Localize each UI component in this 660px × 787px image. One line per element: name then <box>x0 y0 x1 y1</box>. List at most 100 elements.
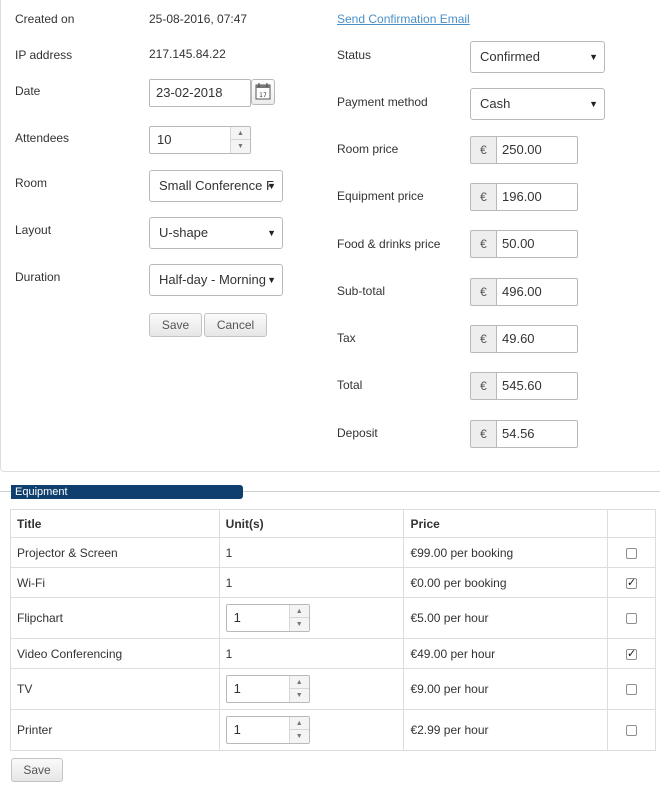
equipment-units: 1 <box>218 638 405 669</box>
currency-addon: € <box>470 230 496 258</box>
ip-address-label: IP address <box>15 48 73 62</box>
units-stepper-arrows: ▲ ▼ <box>288 605 309 631</box>
attendees-label: Attendees <box>15 131 70 145</box>
sub-total-field[interactable]: € 496.00 <box>470 278 578 306</box>
dropdown-arrow-icon: ▼ <box>267 275 276 285</box>
cancel-button[interactable]: Cancel <box>204 313 267 337</box>
checkbox-icon[interactable] <box>626 725 638 737</box>
spinner-down-icon[interactable]: ▼ <box>290 730 309 743</box>
column-header-select <box>607 509 656 538</box>
tax-field[interactable]: € 49.60 <box>470 325 578 353</box>
spinner-up-icon[interactable]: ▲ <box>289 676 309 689</box>
table-row: Projector & Screen 1 €99.00 per booking <box>10 537 656 568</box>
equipment-units: 1 <box>218 537 405 568</box>
room-price-label: Room price <box>337 142 399 156</box>
checkbox-icon[interactable] <box>626 647 638 660</box>
equipment-title: Video Conferencing <box>10 638 220 669</box>
tax-input[interactable]: 49.60 <box>496 325 578 353</box>
duration-select[interactable]: Half-day - Morning ▼ <box>149 264 283 296</box>
units-value: 1 <box>233 610 241 625</box>
spinner-up-icon[interactable]: ▲ <box>289 717 309 730</box>
equipment-title: Projector & Screen <box>10 537 220 568</box>
equipment-price-label: Equipment price <box>337 189 424 203</box>
checkbox-icon[interactable] <box>626 547 638 559</box>
units-stepper-arrows: ▲ ▼ <box>288 676 309 702</box>
equipment-title: Printer <box>10 709 220 751</box>
save-button[interactable]: Save <box>149 313 202 337</box>
deposit-input[interactable]: 54.56 <box>496 420 578 448</box>
room-select-value: Small Conference F <box>159 178 274 193</box>
table-row: Video Conferencing 1 €49.00 per hour <box>10 638 656 669</box>
units-value: 1 <box>233 681 241 696</box>
table-header-row: Title Unit(s) Price <box>10 509 656 538</box>
equipment-price-input[interactable]: 196.00 <box>496 183 578 211</box>
date-picker-button[interactable]: 17 <box>251 79 275 105</box>
room-price-input[interactable]: 250.00 <box>496 136 578 164</box>
date-input[interactable]: 23-02-2018 <box>149 79 251 107</box>
column-header-price: Price <box>403 509 609 538</box>
duration-label: Duration <box>15 270 61 284</box>
equipment-title: Flipchart <box>10 597 220 639</box>
equipment-price: €0.00 per booking <box>403 567 609 598</box>
equipment-price-field[interactable]: € 196.00 <box>470 183 578 211</box>
dropdown-arrow-icon: ▼ <box>589 99 598 109</box>
dropdown-arrow-icon: ▼ <box>589 52 598 62</box>
table-row: TV 1 ▲ ▼ €9.00 per hour <box>10 668 656 710</box>
equipment-price: €49.00 per hour <box>403 638 609 669</box>
sub-total-label: Sub-total <box>337 284 386 298</box>
calendar-icon: 17 <box>255 83 271 100</box>
units-value: 1 <box>233 722 241 737</box>
column-header-title: Title <box>10 509 220 538</box>
layout-select[interactable]: U-shape ▼ <box>149 217 283 249</box>
equipment-save-button[interactable]: Save <box>11 758 63 782</box>
total-field[interactable]: € 545.60 <box>470 372 578 400</box>
status-select-value: Confirmed <box>480 49 540 64</box>
tax-label: Tax <box>337 331 356 345</box>
units-stepper[interactable]: 1 ▲ ▼ <box>225 716 310 744</box>
sub-total-input[interactable]: 496.00 <box>496 278 578 306</box>
checkbox-icon[interactable] <box>626 613 638 625</box>
room-select[interactable]: Small Conference F ▼ <box>149 170 283 202</box>
created-on-label: Created on <box>15 12 75 26</box>
payment-method-value: Cash <box>480 96 511 111</box>
food-drinks-price-field[interactable]: € 50.00 <box>470 230 578 258</box>
room-price-field[interactable]: € 250.00 <box>470 136 578 164</box>
currency-addon: € <box>470 420 496 448</box>
spinner-up-icon[interactable]: ▲ <box>231 127 250 140</box>
spinner-down-icon[interactable]: ▼ <box>231 140 250 153</box>
send-confirmation-email-link[interactable]: Send Confirmation Email <box>337 12 470 26</box>
currency-addon: € <box>470 278 496 306</box>
equipment-price: €5.00 per hour <box>403 597 609 639</box>
currency-addon: € <box>470 136 496 164</box>
checkbox-icon[interactable] <box>626 684 638 696</box>
calendar-icon-day: 17 <box>259 92 267 99</box>
spinner-up-icon[interactable]: ▲ <box>289 605 309 618</box>
layout-label: Layout <box>15 223 52 237</box>
total-input[interactable]: 545.60 <box>496 372 578 400</box>
currency-addon: € <box>470 183 496 211</box>
units-stepper[interactable]: 1 ▲ ▼ <box>225 675 310 703</box>
checkbox-icon[interactable] <box>626 576 638 589</box>
equipment-units: 1 <box>218 567 405 598</box>
deposit-label: Deposit <box>337 426 378 440</box>
spinner-down-icon[interactable]: ▼ <box>290 689 309 702</box>
date-label: Date <box>15 84 41 98</box>
dropdown-arrow-icon: ▼ <box>267 181 276 191</box>
deposit-field[interactable]: € 54.56 <box>470 420 578 448</box>
attendees-stepper-arrows: ▲ ▼ <box>230 127 250 153</box>
equipment-title: TV <box>10 668 220 710</box>
status-select[interactable]: Confirmed ▼ <box>470 41 605 73</box>
attendees-stepper[interactable]: 10 ▲ ▼ <box>149 126 251 154</box>
equipment-section-header: Equipment <box>11 485 243 499</box>
duration-select-value: Half-day - Morning <box>159 272 266 287</box>
total-label: Total <box>337 378 363 392</box>
food-drinks-price-input[interactable]: 50.00 <box>496 230 578 258</box>
status-label: Status <box>337 48 372 62</box>
equipment-price: €9.00 per hour <box>403 668 609 710</box>
attendees-value: 10 <box>157 132 172 147</box>
units-stepper[interactable]: 1 ▲ ▼ <box>225 604 310 632</box>
spinner-down-icon[interactable]: ▼ <box>290 618 309 631</box>
equipment-table: Title Unit(s) Price Projector & Screen 1… <box>10 509 656 751</box>
ip-address-value: 217.145.84.22 <box>149 47 226 61</box>
payment-method-select[interactable]: Cash ▼ <box>470 88 605 120</box>
